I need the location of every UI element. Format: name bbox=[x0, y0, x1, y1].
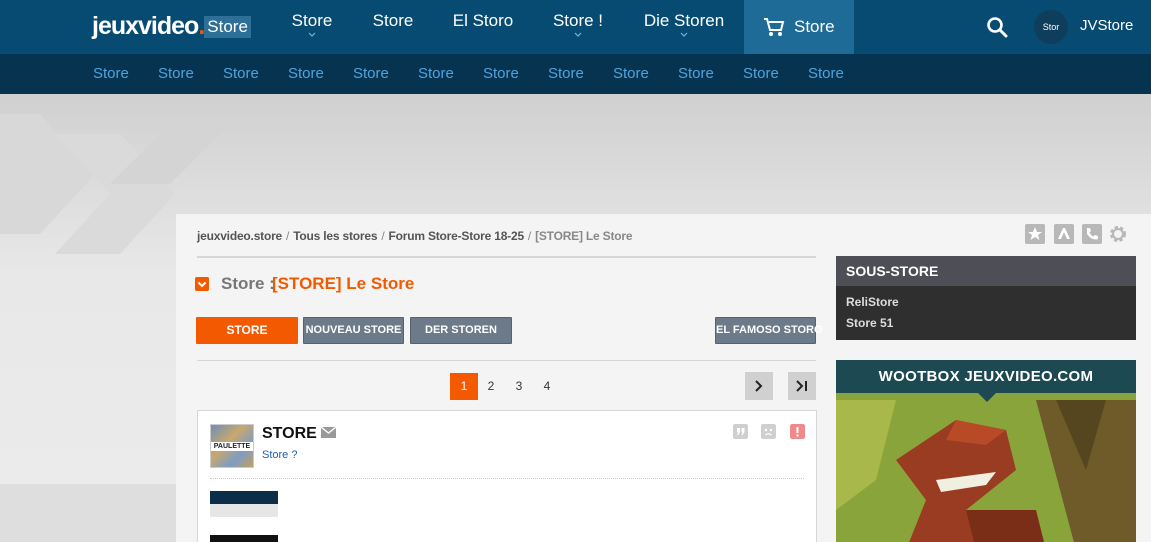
subnav-item[interactable]: Store bbox=[808, 54, 844, 94]
nav-label: Store ! bbox=[552, 11, 604, 30]
nav-item-5[interactable]: Die Storen bbox=[638, 0, 730, 54]
cart-label: Store bbox=[794, 17, 835, 36]
logo-suffix: Store bbox=[204, 16, 251, 38]
logo-text: jeuxvideo bbox=[92, 12, 199, 40]
collapse-icon[interactable] bbox=[195, 277, 209, 291]
cart-button[interactable]: Store bbox=[744, 0, 854, 54]
new-store-button[interactable]: Nouveau store bbox=[303, 317, 404, 344]
subnav-item[interactable]: Store bbox=[418, 54, 454, 94]
ad-title: WOOTBOX JEUXVIDEO.COM bbox=[836, 360, 1136, 393]
page-3[interactable]: 3 bbox=[505, 373, 533, 400]
sub-navbar: Store Store Store Store Store Store Stor… bbox=[0, 54, 1151, 94]
next-page-icon[interactable] bbox=[745, 372, 773, 400]
chevron-down-icon bbox=[680, 32, 688, 37]
subnav-item[interactable]: Store bbox=[678, 54, 714, 94]
tag-icon[interactable] bbox=[1054, 224, 1074, 244]
breadcrumb: jeuxvideo.store / Tous les stores / Forum St… bbox=[197, 229, 633, 243]
nav-item-2[interactable]: Store bbox=[367, 0, 419, 54]
search-icon[interactable] bbox=[986, 16, 1008, 38]
page-1[interactable]: 1 bbox=[450, 373, 478, 400]
subnav-item[interactable]: Store bbox=[223, 54, 259, 94]
avatar-caption: PAULETTE bbox=[211, 442, 253, 451]
post-author[interactable]: STORE bbox=[262, 425, 317, 443]
subnav-item[interactable]: Store bbox=[613, 54, 649, 94]
sub-forum-link[interactable]: Store 51 bbox=[846, 316, 893, 330]
topic-prefix: Store : bbox=[221, 274, 275, 293]
topic-name: [STORE] Le Store bbox=[272, 274, 415, 293]
subnav-item[interactable]: Store bbox=[548, 54, 584, 94]
sub-forum-box: SOUS-STORE ReliStore Store 51 bbox=[836, 256, 1136, 340]
der-storen-button[interactable]: Der storen bbox=[410, 317, 512, 344]
report-icon[interactable] bbox=[790, 424, 805, 439]
star-icon[interactable] bbox=[1025, 224, 1045, 244]
sub-forum-title: SOUS-STORE bbox=[836, 256, 1136, 286]
primary-button[interactable]: Store bbox=[196, 317, 298, 344]
page-2[interactable]: 2 bbox=[477, 373, 505, 400]
mail-icon[interactable] bbox=[321, 427, 336, 438]
subnav-item[interactable]: Store bbox=[483, 54, 519, 94]
avatar-text: Stor bbox=[1042, 22, 1060, 32]
breadcrumb-link[interactable]: Tous les stores bbox=[293, 229, 377, 243]
site-logo[interactable]: jeuxvideo. Store bbox=[92, 11, 251, 41]
subnav-item[interactable]: Store bbox=[743, 54, 779, 94]
post-image[interactable] bbox=[210, 491, 278, 542]
divider bbox=[197, 256, 816, 258]
breadcrumb-current: [STORE] Le Store bbox=[535, 229, 633, 243]
breadcrumb-link[interactable]: jeuxvideo.store bbox=[197, 229, 282, 243]
avatar: Stor bbox=[1034, 10, 1068, 44]
sad-face-icon[interactable] bbox=[761, 424, 776, 439]
subnav-item[interactable]: Store bbox=[93, 54, 129, 94]
last-page-icon[interactable] bbox=[788, 372, 816, 400]
famoso-button[interactable]: El famoso storo bbox=[715, 317, 823, 344]
nav-label: El Storo bbox=[452, 11, 514, 30]
nav-label: Store bbox=[291, 11, 333, 30]
divider bbox=[197, 360, 816, 361]
subnav-item[interactable]: Store bbox=[353, 54, 389, 94]
quote-icon[interactable] bbox=[733, 424, 748, 439]
nav-item-4[interactable]: Store ! bbox=[547, 0, 609, 54]
nav-item-1[interactable]: Store bbox=[286, 0, 338, 54]
subnav-item[interactable]: Store bbox=[158, 54, 194, 94]
chevron-down-icon bbox=[574, 32, 582, 37]
phone-icon[interactable] bbox=[1082, 224, 1102, 244]
divider bbox=[210, 478, 804, 479]
top-navbar: jeuxvideo. Store Store Store El Storo Sto… bbox=[0, 0, 1151, 54]
sub-forum-link[interactable]: ReliStore bbox=[846, 295, 899, 309]
chevron-down-icon bbox=[308, 32, 316, 37]
page-4[interactable]: 4 bbox=[533, 373, 561, 400]
nav-label: Die Storen bbox=[643, 11, 725, 30]
subnav-item[interactable]: Store bbox=[288, 54, 324, 94]
gear-icon[interactable] bbox=[1108, 224, 1128, 244]
post-subtitle[interactable]: Store ? bbox=[262, 449, 297, 461]
ad-banner[interactable]: WOOTBOX JEUXVIDEO.COM bbox=[836, 360, 1136, 542]
account-name: JVStore bbox=[1080, 17, 1134, 34]
nav-item-3[interactable]: El Storo bbox=[448, 0, 518, 54]
avatar[interactable]: PAULETTE bbox=[210, 424, 254, 468]
ad-arrow bbox=[978, 393, 996, 402]
cart-icon bbox=[764, 18, 785, 36]
forum-post: PAULETTE STORE Store ? bbox=[197, 410, 817, 542]
nav-label: Store bbox=[372, 11, 414, 30]
main-content: jeuxvideo.store / Tous les stores / Forum St… bbox=[176, 214, 1151, 542]
breadcrumb-link[interactable]: Forum Store-Store 18-25 bbox=[388, 229, 524, 243]
